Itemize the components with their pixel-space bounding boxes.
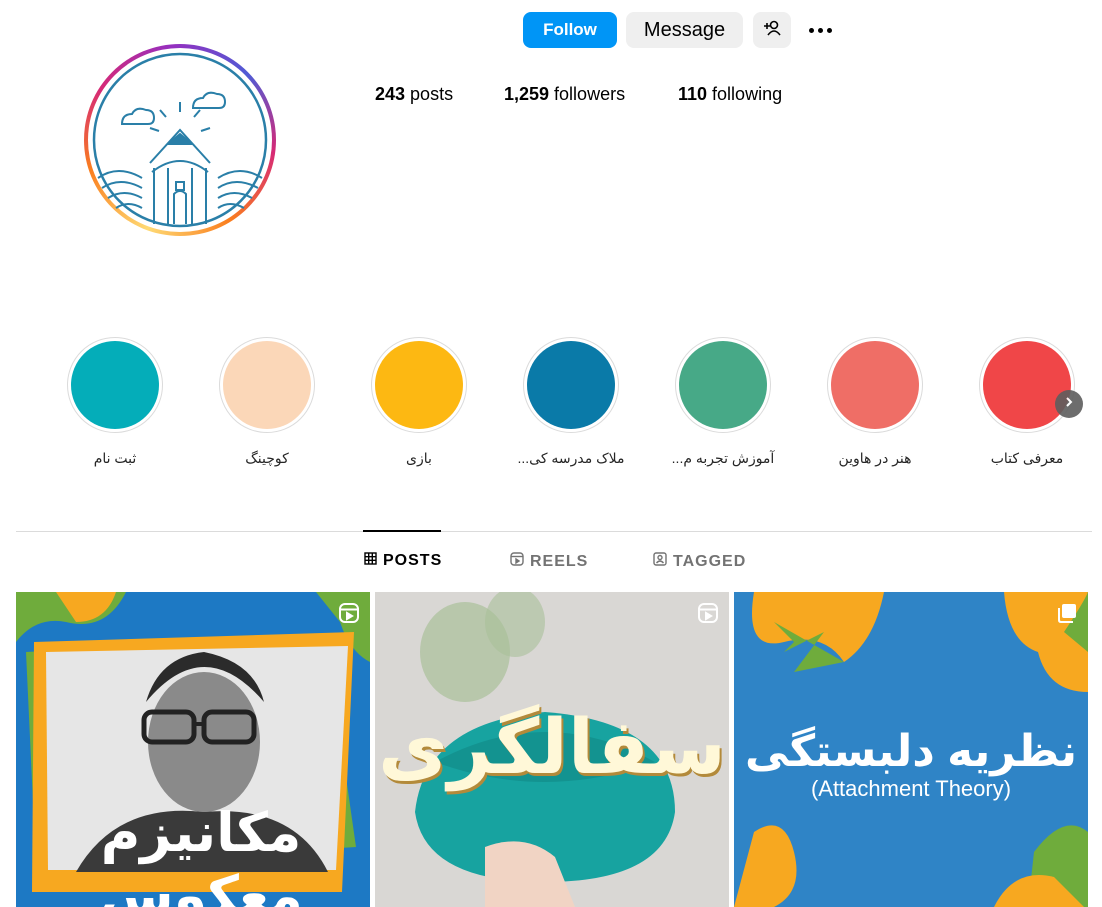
highlight-item[interactable]: کوچینگ — [217, 337, 317, 466]
post-tile[interactable]: نظریه دلبستگی (Attachment Theory) — [734, 592, 1088, 907]
highlight-label: بازی — [406, 450, 432, 466]
highlight-label: ثبت نام — [93, 450, 137, 466]
tab-posts[interactable]: POSTS — [364, 552, 442, 570]
follow-button[interactable]: Follow — [523, 12, 617, 48]
highlight-cover — [219, 337, 315, 433]
highlight-cover — [523, 337, 619, 433]
highlight-label: کوچینگ — [245, 450, 289, 466]
post-title: نظریه دلبستگی — [744, 727, 1078, 776]
message-button[interactable]: Message — [626, 12, 743, 48]
highlight-item[interactable]: بازی — [369, 337, 469, 466]
post-subtitle: (Attachment Theory) — [810, 776, 1012, 801]
highlight-cover — [67, 337, 163, 433]
reel-icon — [338, 602, 360, 629]
highlight-item[interactable]: معرفی کتاب — [977, 337, 1077, 466]
add-user-icon — [762, 19, 782, 42]
highlight-item[interactable]: هنر در هاوین — [825, 337, 925, 466]
tagged-user-icon — [653, 552, 667, 571]
highlight-cover — [675, 337, 771, 433]
reel-icon — [697, 602, 719, 629]
highlight-label: ملاک مدرسه کی... — [517, 450, 625, 466]
more-options-button[interactable] — [803, 12, 837, 48]
more-options-icon — [808, 27, 832, 33]
highlight-cover — [979, 337, 1075, 433]
tab-tagged[interactable]: TAGGED — [653, 552, 746, 571]
highlight-label: آموزش تجربه م... — [671, 450, 775, 466]
school-logo-icon — [92, 52, 268, 228]
chevron-right-icon — [1064, 395, 1074, 413]
reels-icon — [510, 552, 524, 571]
highlight-label: معرفی کتاب — [990, 450, 1064, 466]
post-tile[interactable]: مکانیزم معکوس — [16, 592, 370, 907]
post-title: مکانیزم معکوس — [99, 803, 303, 907]
posts-count: 243 posts — [375, 84, 454, 104]
content-divider — [16, 531, 1092, 532]
grid-icon — [364, 552, 377, 570]
active-tab-indicator — [363, 530, 441, 532]
tab-reels[interactable]: REELS — [510, 552, 588, 571]
profile-avatar[interactable] — [84, 44, 276, 236]
highlight-item[interactable]: ثبت نام — [65, 337, 165, 466]
carousel-icon — [1056, 602, 1078, 629]
suggest-user-button[interactable] — [753, 12, 791, 48]
highlights-next-button[interactable] — [1055, 390, 1083, 418]
highlight-label: هنر در هاوین — [838, 450, 912, 466]
highlight-item[interactable]: ملاک مدرسه کی... — [517, 337, 625, 466]
following-count[interactable]: 110 following — [678, 84, 782, 105]
post-tile[interactable]: سفالگری — [375, 592, 729, 907]
post-title: سفالگری — [378, 705, 726, 790]
highlight-cover — [371, 337, 467, 433]
highlight-item[interactable]: آموزش تجربه م... — [672, 337, 774, 466]
followers-count[interactable]: 1,259 followers — [504, 84, 625, 105]
highlight-cover — [827, 337, 923, 433]
